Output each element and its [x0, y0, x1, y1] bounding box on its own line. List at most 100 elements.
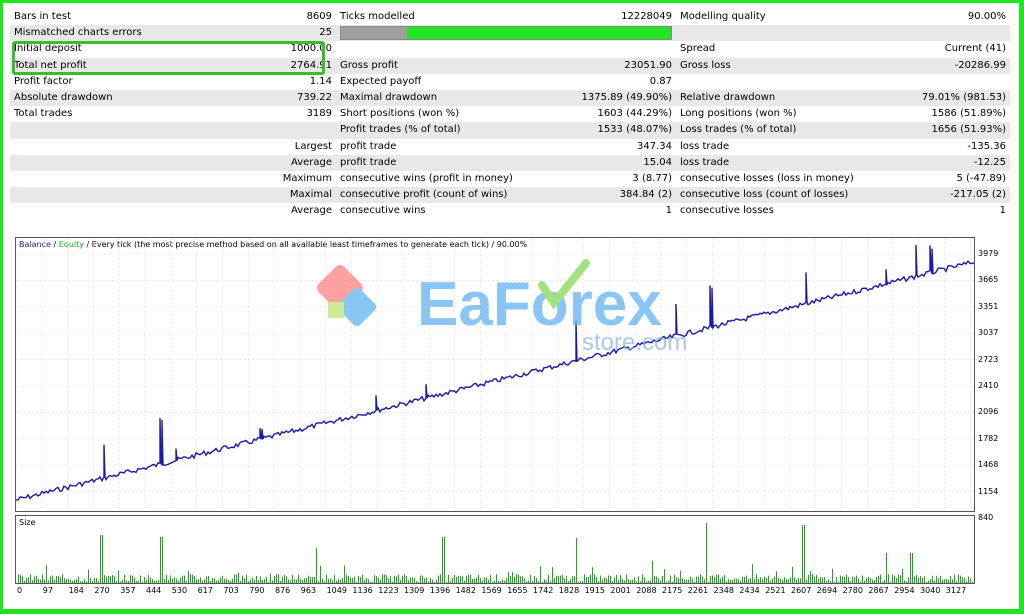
y-tick-label: 3979 — [978, 249, 999, 258]
stats-cell: Maximal — [10, 187, 337, 204]
x-tick-label: 1655 — [507, 586, 528, 595]
x-tick-label: 270 — [94, 586, 110, 595]
stats-cell: Profit factor 1.14 — [10, 74, 336, 90]
stats-row: Average consecutive wins 1 consecutive loss… — [10, 203, 1010, 219]
stats-cell: Largest — [10, 139, 336, 155]
stat-label: consecutive loss (count of losses) — [680, 189, 849, 201]
stat-label: consecutive losses (loss in money) — [680, 172, 854, 184]
stats-cell: Short positions (won %) 1603 (44.29%) — [336, 106, 676, 122]
stats-row: Mismatched charts errors 25 — [10, 25, 1011, 42]
x-tick-label: 790 — [249, 586, 265, 595]
stats-cell: Spread Current (41) — [676, 41, 1010, 57]
x-tick-label: 2434 — [739, 586, 760, 595]
stat-value: -135.36 — [967, 140, 1007, 152]
x-tick-label: 1136 — [352, 586, 373, 595]
stat-label: Profit trades (% of total) — [340, 124, 461, 136]
stats-cell: Maximum — [10, 171, 336, 187]
x-tick-label: 1223 — [378, 586, 399, 595]
stats-row: Bars in test 8609 Ticks modelled 12228049 Mo… — [10, 9, 1010, 25]
y-tick-label: 2410 — [978, 381, 999, 390]
stats-cell: Relative drawdown 79.01% (981.53) — [676, 89, 1011, 107]
stat-value: 25 — [319, 27, 333, 39]
stat-value: Current (41) — [944, 43, 1007, 55]
x-tick-label: 617 — [197, 586, 213, 595]
stat-value: 1 — [665, 205, 673, 217]
stat-label: Short positions (won %) — [340, 108, 460, 120]
x-tick-label: 2694 — [816, 586, 838, 595]
stat-label: Ticks modelled — [340, 11, 415, 23]
x-tick-label: 184 — [68, 586, 84, 595]
x-tick-label: 3127 — [945, 586, 967, 595]
stat-label: Long positions (won %) — [680, 108, 797, 120]
stats-row: Maximum consecutive wins (profit in money… — [10, 171, 1010, 187]
stat-label: Relative drawdown — [680, 92, 776, 104]
stat-value: 3189 — [306, 108, 333, 120]
stat-label: Total trades — [14, 108, 73, 120]
stats-cell: Ticks modelled 12228049 — [336, 9, 676, 25]
stats-row: Largest profit trade 347.34 loss trade -135.… — [10, 139, 1010, 155]
stat-label: profit trade — [340, 140, 397, 152]
stat-label: Mismatched charts errors — [14, 27, 142, 39]
stats-cell: Gross loss -20286.99 — [676, 57, 1011, 74]
x-tick-label: 2348 — [713, 586, 734, 595]
stat-value: 8609 — [306, 11, 333, 23]
x-tick-label: 876 — [275, 586, 291, 595]
x-tick-label: 97 — [42, 586, 53, 595]
stat-value: 0.87 — [649, 75, 673, 87]
x-tick-label: 2088 — [636, 586, 657, 595]
stat-value: -12.25 — [973, 156, 1007, 168]
stats-cell — [336, 25, 677, 42]
stats-cell: consecutive wins (profit in money) 3 (8.7… — [336, 171, 676, 187]
y-tick-label: 1468 — [978, 460, 999, 470]
stats-cell: consecutive profit (count of wins) 384.84… — [336, 187, 677, 204]
stat-label: Modelling quality — [680, 11, 766, 23]
y-tick-label: 3351 — [978, 301, 999, 311]
stat-label: consecutive wins (profit in money) — [340, 172, 513, 184]
stat-label: loss trade — [680, 156, 730, 168]
stat-label: Maximal drawdown — [340, 92, 438, 104]
stat-value: 1 — [999, 205, 1007, 217]
stats-row: Average profit trade 15.04 loss trade -12.25 — [10, 154, 1011, 171]
stat-value: 1586 (51.89%) — [931, 108, 1007, 120]
stat-value: 1533 (48.07%) — [597, 124, 673, 136]
stat-value: 347.34 — [637, 140, 673, 152]
stat-value: 3 (8.77) — [632, 172, 673, 184]
stat-value: Maximum — [282, 172, 333, 184]
stats-cell: Gross profit 23051.90 — [336, 57, 677, 74]
stats-cell: Maximal drawdown 1375.89 (49.90%) — [336, 89, 677, 107]
stat-value: Maximal — [289, 189, 333, 201]
stats-cell: Long positions (won %) 1586 (51.89%) — [676, 106, 1010, 122]
stat-label: Gross profit — [340, 59, 398, 71]
stat-label: profit trade — [340, 156, 397, 168]
stats-row: Total trades 3189 Short positions (won %) 1… — [10, 106, 1010, 122]
stats-cell: Expected payoff 0.87 — [336, 74, 676, 90]
stats-cell: Average — [10, 203, 336, 219]
y-tick-label: 840 — [978, 513, 994, 522]
x-tick-label: 1742 — [533, 586, 554, 595]
x-tick-label: 2521 — [765, 586, 786, 595]
stats-cell: Modelling quality 90.00% — [676, 9, 1010, 25]
stat-label: Profit factor — [14, 75, 73, 87]
modelling-quality-bar — [340, 26, 673, 41]
stat-label: consecutive losses — [680, 205, 774, 217]
x-tick-label: 357 — [120, 586, 136, 595]
stats-row: Profit factor 1.14 Expected payoff 0.87 — [10, 74, 1010, 90]
x-tick-label: 1396 — [429, 586, 451, 595]
x-tick-label: 1915 — [584, 586, 605, 595]
stat-value: Average — [290, 205, 333, 217]
stats-cell: profit trade 347.34 — [336, 139, 676, 155]
stat-value: 384.84 (2) — [619, 189, 673, 201]
stats-cell: Loss trades (% of total) 1656 (51.93%) — [676, 122, 1011, 139]
x-tick-label: 1828 — [558, 586, 580, 595]
stats-cell: consecutive losses (loss in money) 5 (-47… — [676, 171, 1010, 187]
x-tick-label: 530 — [171, 586, 188, 595]
y-tick-label: 1782 — [978, 433, 999, 443]
stat-value: 12228049 — [621, 11, 673, 23]
x-tick-label: 0 — [17, 586, 23, 595]
stats-cell: consecutive losses 1 — [676, 203, 1010, 219]
stats-cell — [336, 41, 676, 57]
stat-value: 15.04 — [643, 156, 673, 168]
stats-cell — [676, 74, 1010, 90]
x-tick-label: 703 — [223, 586, 239, 595]
watermark-sub: store.com — [582, 329, 687, 356]
